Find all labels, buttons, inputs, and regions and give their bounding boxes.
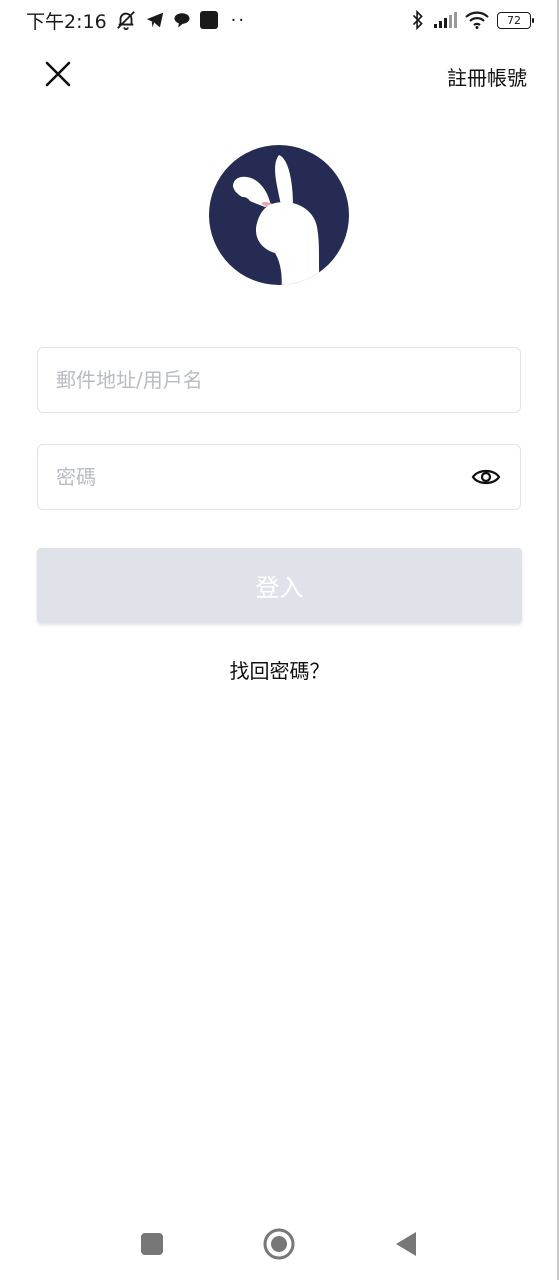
system-navigation-bar: [0, 1215, 559, 1271]
rabbit-logo-icon: [209, 145, 349, 285]
signal-icon: [433, 12, 457, 28]
register-account-link[interactable]: 註冊帳號: [447, 62, 527, 91]
wifi-icon: [465, 11, 489, 29]
more-notifications-dots: ··: [230, 9, 247, 31]
close-icon: [45, 61, 71, 87]
username-input[interactable]: [56, 368, 502, 392]
login-screen: 下午2:16 ·· 72 註冊帳號 郵件地址/用戶名 登入 找回密碼？: [0, 0, 559, 1280]
eye-icon: [471, 469, 501, 485]
status-time: 下午2:16: [26, 10, 107, 33]
battery-indicator: 72: [497, 11, 534, 29]
top-bar: 註冊帳號: [0, 52, 559, 100]
battery-level: 72: [507, 13, 521, 27]
square-icon: [141, 1233, 163, 1255]
back-button[interactable]: [389, 1227, 423, 1261]
telegram-icon: [145, 11, 165, 29]
circle-icon: [263, 1228, 295, 1260]
show-password-toggle[interactable]: [470, 461, 502, 493]
bell-muted-icon: [115, 9, 137, 31]
login-button[interactable]: 登入: [37, 548, 522, 623]
chat-bubble-icon: [173, 11, 191, 29]
status-bar-left: 下午2:16 ··: [26, 7, 246, 34]
bluetooth-icon: [411, 10, 425, 30]
forgot-password-link[interactable]: 找回密碼？: [0, 655, 559, 684]
password-input[interactable]: [56, 465, 462, 489]
username-field[interactable]: [37, 347, 521, 413]
status-bar-right: 72: [411, 10, 534, 30]
app-square-icon: [199, 10, 219, 30]
home-button[interactable]: [262, 1227, 296, 1261]
triangle-back-icon: [396, 1232, 416, 1256]
status-bar: 下午2:16 ·· 72: [0, 0, 559, 40]
app-logo: [209, 145, 349, 285]
password-field[interactable]: [37, 444, 521, 510]
close-button[interactable]: [40, 56, 76, 92]
recents-button[interactable]: [135, 1227, 169, 1261]
